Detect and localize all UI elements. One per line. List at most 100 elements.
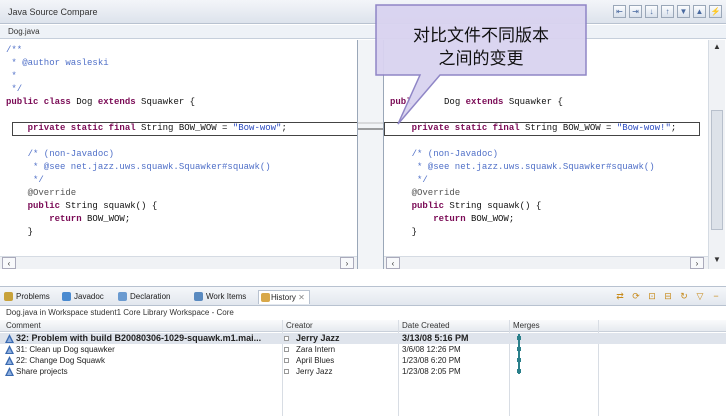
scroll-left-icon[interactable]: ‹	[386, 257, 400, 269]
history-comment: Share projects	[16, 367, 68, 376]
tab-history[interactable]: History ✕	[258, 290, 310, 304]
tab-javadoc[interactable]: Javadoc	[62, 290, 104, 304]
right-code-line: }	[390, 226, 417, 239]
history-creator: Jerry Jazz	[296, 367, 333, 376]
code-token: Squawker {	[503, 97, 563, 107]
history-comment: 32: Problem with build B20080306-1029-sq…	[16, 333, 262, 343]
history-table-header: Comment Creator Date Created Merges	[0, 320, 726, 332]
column-header[interactable]: Comment	[6, 321, 41, 330]
left-code-line: *	[6, 70, 16, 83]
creator-status-icon	[284, 336, 289, 341]
left-code-line: /* (non-Javadoc)	[6, 148, 114, 161]
copy-right-icon[interactable]: ⇥	[629, 5, 642, 18]
merge-node	[517, 347, 521, 351]
history-date: 1/23/08 6:20 PM	[402, 356, 461, 365]
code-token: */	[390, 175, 428, 185]
right-code-line: public String squawk() {	[390, 200, 542, 213]
scroll-left-icon[interactable]: ‹	[2, 257, 16, 269]
scroll-right-icon[interactable]: ›	[690, 257, 704, 269]
left-code-line: public class Dog extends Squawker {	[6, 96, 195, 109]
left-code-pane[interactable]: /** * @author wasleski * */ public class …	[0, 40, 358, 269]
left-code-line: * @author wasleski	[6, 57, 109, 70]
copy-left-icon[interactable]: ⇤	[613, 5, 626, 18]
history-comment: 31: Clean up Dog squawker	[16, 345, 115, 354]
column-header[interactable]: Date Created	[402, 321, 450, 330]
vscroll-thumb[interactable]	[711, 110, 723, 230]
change-set-icon	[5, 345, 14, 354]
code-token: publ	[390, 97, 412, 107]
code-token: String squawk() {	[444, 201, 542, 211]
minimize-icon[interactable]: −	[710, 290, 722, 302]
code-token: /* (non-Javadoc)	[390, 149, 499, 159]
right-code-line: publ Dog extends Squawker {	[390, 96, 563, 109]
code-token: String squawk() {	[60, 201, 158, 211]
callout-text: 对比文件不同版本 之间的变更	[376, 24, 586, 70]
prev-change-icon[interactable]: ▲	[693, 5, 706, 18]
view-menu-icon[interactable]: ▽	[694, 290, 706, 302]
tab-work-items[interactable]: Work Items	[194, 290, 246, 304]
column-header[interactable]: Creator	[286, 321, 313, 330]
history-row[interactable]: 31: Clean up Dog squawker Zara Intern 3/6/…	[0, 344, 726, 355]
left-change-highlight	[12, 122, 357, 136]
history-date: 1/23/08 2:05 PM	[402, 367, 461, 376]
tab-declaration[interactable]: Declaration	[118, 290, 170, 304]
history-comment: 22: Change Dog Squawk	[16, 356, 105, 365]
history-creator: April Blues	[296, 356, 335, 365]
code-token: @Override	[6, 188, 77, 198]
tab-problems[interactable]: Problems	[4, 290, 50, 304]
diff-gutter	[358, 40, 383, 269]
link-icon[interactable]: ⟳	[630, 290, 642, 302]
history-table[interactable]: Comment Creator Date Created Merges 32: Pro…	[0, 320, 726, 416]
right-code-line: @Override	[390, 187, 461, 200]
view-tab-bar: ⇄ ⟳ ⊡ ⊟ ↻ ▽ − Problems Javadoc Declaration…	[0, 286, 726, 306]
column-header[interactable]: Merges	[513, 321, 540, 330]
javadoc-icon	[62, 292, 71, 301]
scroll-right-icon[interactable]: ›	[340, 257, 354, 269]
history-icon	[261, 293, 270, 302]
right-hscrollbar[interactable]: ‹ ›	[384, 256, 708, 269]
code-token: extends	[97, 97, 136, 107]
refresh-icon[interactable]: ↻	[678, 290, 690, 302]
problems-icon	[4, 292, 13, 301]
history-row[interactable]: Share projects Jerry Jazz 1/23/08 2:05 PM	[0, 366, 726, 377]
pin-icon[interactable]: ⊡	[646, 290, 658, 302]
code-token: */	[6, 175, 44, 185]
code-token: /* (non-Javadoc)	[6, 149, 115, 159]
prev-diff-icon[interactable]: ↑	[661, 5, 674, 18]
code-token: /**	[6, 45, 23, 55]
diff-connector	[358, 122, 383, 130]
code-vscrollbar[interactable]: ▲ ▼	[708, 40, 725, 269]
left-hscrollbar[interactable]: ‹ ›	[0, 256, 357, 269]
file-tab[interactable]: Dog.java	[0, 25, 726, 39]
code-token: @Override	[390, 188, 461, 198]
change-set-icon	[5, 334, 14, 343]
collapse-icon[interactable]: ⊟	[662, 290, 674, 302]
code-token: BOW_WOW;	[81, 214, 131, 224]
code-token: * @author wasleski	[6, 58, 109, 68]
next-change-icon[interactable]: ▼	[677, 5, 690, 18]
history-row[interactable]: 32: Problem with build B20080306-1029-sq…	[0, 333, 726, 344]
right-code-pane[interactable]: publ Dog extends Squawker { private stat…	[383, 40, 708, 269]
left-code-line: public String squawk() {	[6, 200, 158, 213]
code-token: * @see net.jazz.uws.squawk.Squawker#squa…	[390, 162, 655, 172]
right-code-line: */	[390, 174, 428, 187]
history-info-text: Dog.java in Workspace student1 Core Libr…	[6, 308, 234, 317]
code-token: }	[390, 227, 418, 237]
compare-title-bar: Java Source Compare ⇤ ⇥ ↓ ↑ ▼ ▲ ⚡	[0, 0, 726, 24]
tab-label: History	[271, 293, 296, 302]
next-diff-icon[interactable]: ↓	[645, 5, 658, 18]
work-items-icon	[194, 292, 203, 301]
code-token: }	[6, 227, 34, 237]
scroll-up-icon[interactable]: ▲	[709, 40, 725, 54]
merge-icon[interactable]: ⚡	[709, 5, 722, 18]
history-row[interactable]: 22: Change Dog Squawk April Blues 1/23/08 …	[0, 355, 726, 366]
creator-status-icon	[284, 358, 289, 363]
compare-icon[interactable]: ⇄	[614, 290, 626, 302]
tab-label: Javadoc	[74, 292, 104, 301]
close-icon[interactable]: ✕	[296, 293, 305, 302]
scroll-down-icon[interactable]: ▼	[709, 253, 725, 267]
compare-toolbar: ⇤ ⇥ ↓ ↑ ▼ ▲ ⚡	[613, 5, 722, 18]
code-token: public class	[6, 97, 71, 107]
file-tab-label: Dog.java	[8, 27, 40, 36]
creator-status-icon	[284, 369, 289, 374]
